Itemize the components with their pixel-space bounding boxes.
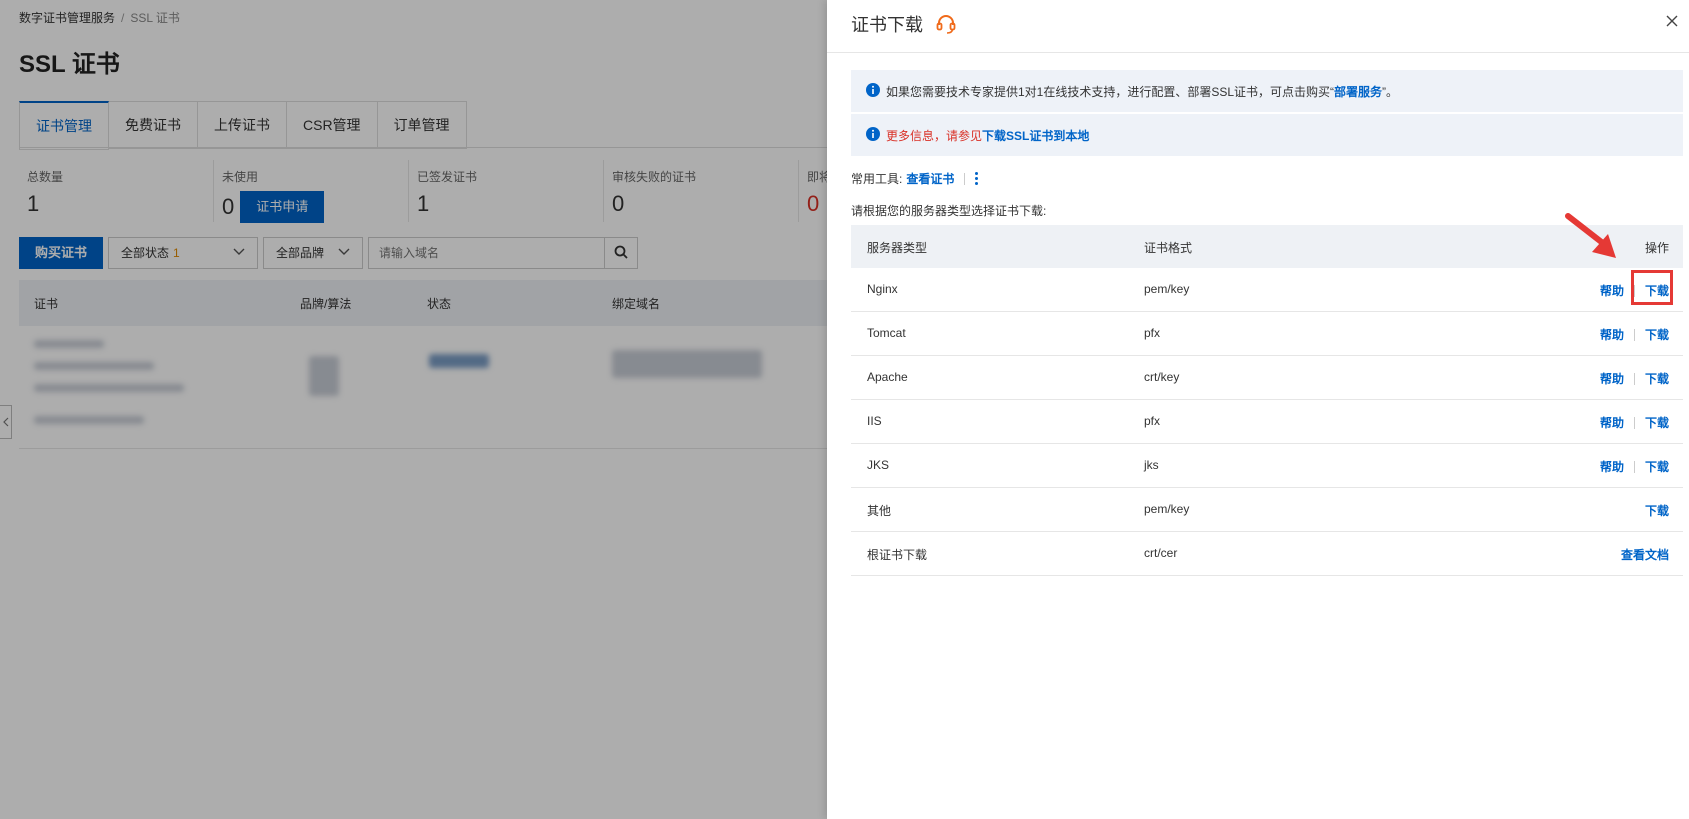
console-page: 数字证书管理服务 / SSL 证书 SSL 证书 证书管理 免费证书 上传证书 CS… (0, 0, 827, 819)
annotation-highlight-box (1631, 270, 1673, 305)
notice-suffix: ”。 (1382, 84, 1399, 99)
server-type-cell: Tomcat (867, 326, 906, 340)
help-link[interactable]: 帮助 (1600, 370, 1624, 387)
cert-download-drawer: 证书下载 如果您需要技术专家提供1对1在线技术支持，进行配置、部署SSL证书，可… (827, 0, 1689, 819)
format-cell: pem/key (1144, 282, 1190, 296)
headset-support-icon[interactable] (934, 12, 958, 39)
table-row-iis: IIS pfx 帮助 下载 (851, 400, 1683, 444)
more-info-text: 更多信息，请参见 (886, 128, 983, 143)
more-info-notice: 更多信息，请参见 下载SSL证书到本地 (851, 114, 1683, 156)
server-type-cell: Nginx (867, 282, 898, 296)
action-cell: 帮助 下载 (1600, 370, 1669, 387)
divider (1633, 460, 1635, 473)
format-cell: jks (1144, 458, 1159, 472)
deploy-service-notice: 如果您需要技术专家提供1对1在线技术支持，进行配置、部署SSL证书，可点击购买“… (851, 70, 1683, 112)
action-cell: 下载 (1645, 502, 1669, 519)
divider (1633, 416, 1635, 429)
download-table: 服务器类型 证书格式 操作 Nginx pem/key 帮助 下载 Tomcat … (851, 225, 1683, 576)
view-cert-link[interactable]: 查看证书 (906, 170, 954, 187)
column-header-server-type: 服务器类型 (867, 241, 928, 255)
server-type-cell: IIS (867, 414, 882, 428)
server-type-cell: JKS (867, 458, 890, 472)
table-row-root-cert: 根证书下载 crt/cer 查看文档 (851, 532, 1683, 576)
download-link-jks[interactable]: 下载 (1645, 458, 1669, 475)
common-tools: 常用工具: 查看证书 (851, 170, 979, 187)
tools-label: 常用工具: (851, 172, 903, 186)
download-table-header: 服务器类型 证书格式 操作 (851, 225, 1683, 268)
close-icon[interactable] (1665, 14, 1679, 31)
download-link-apache[interactable]: 下载 (1645, 370, 1669, 387)
server-type-cell: Apache (867, 370, 908, 384)
divider (964, 172, 966, 185)
format-cell: crt/key (1144, 370, 1180, 384)
help-link[interactable]: 帮助 (1600, 458, 1624, 475)
table-row-tomcat: Tomcat pfx 帮助 下载 (851, 312, 1683, 356)
action-cell: 帮助 下载 (1600, 326, 1669, 343)
action-cell: 帮助 下载 (1600, 458, 1669, 475)
help-link[interactable]: 帮助 (1600, 414, 1624, 431)
server-type-cell: 根证书下载 (867, 548, 928, 562)
view-doc-link[interactable]: 查看文档 (1621, 546, 1669, 563)
download-link-iis[interactable]: 下载 (1645, 414, 1669, 431)
format-cell: pfx (1144, 326, 1161, 340)
column-header-action: 操作 (1644, 241, 1669, 255)
help-link[interactable]: 帮助 (1600, 326, 1624, 343)
download-doc-link[interactable]: 下载SSL证书到本地 (982, 127, 1089, 144)
table-row-nginx: Nginx pem/key 帮助 下载 (851, 268, 1683, 312)
table-row-apache: Apache crt/key 帮助 下载 (851, 356, 1683, 400)
annotation-arrow-icon (1565, 213, 1616, 258)
column-header-format: 证书格式 (1144, 241, 1193, 255)
server-type-cell: 其他 (867, 504, 892, 518)
table-row-jks: JKS jks 帮助 下载 (851, 444, 1683, 488)
format-cell: crt/cer (1144, 546, 1178, 560)
divider (1633, 328, 1635, 341)
format-cell: pfx (1144, 414, 1161, 428)
help-link[interactable]: 帮助 (1600, 282, 1624, 299)
info-icon (866, 82, 880, 100)
more-vertical-icon[interactable] (975, 172, 979, 185)
download-link-tomcat[interactable]: 下载 (1645, 326, 1669, 343)
divider (1633, 372, 1635, 385)
server-type-hint: 请根据您的服务器类型选择证书下载: (851, 204, 1047, 218)
drawer-header: 证书下载 (827, 0, 1689, 53)
overlay-mask[interactable] (0, 0, 827, 819)
notice-text: 如果您需要技术专家提供1对1在线技术支持，进行配置、部署SSL证书，可点击购买“ (886, 84, 1335, 99)
download-link-other[interactable]: 下载 (1645, 502, 1669, 519)
drawer-title: 证书下载 (851, 15, 923, 35)
format-cell: pem/key (1144, 502, 1190, 516)
table-row-other: 其他 pem/key 下载 (851, 488, 1683, 532)
action-cell: 帮助 下载 (1600, 414, 1669, 431)
action-cell: 查看文档 (1621, 546, 1669, 563)
info-icon (866, 126, 880, 144)
deploy-service-link[interactable]: 部署服务 (1334, 83, 1382, 100)
